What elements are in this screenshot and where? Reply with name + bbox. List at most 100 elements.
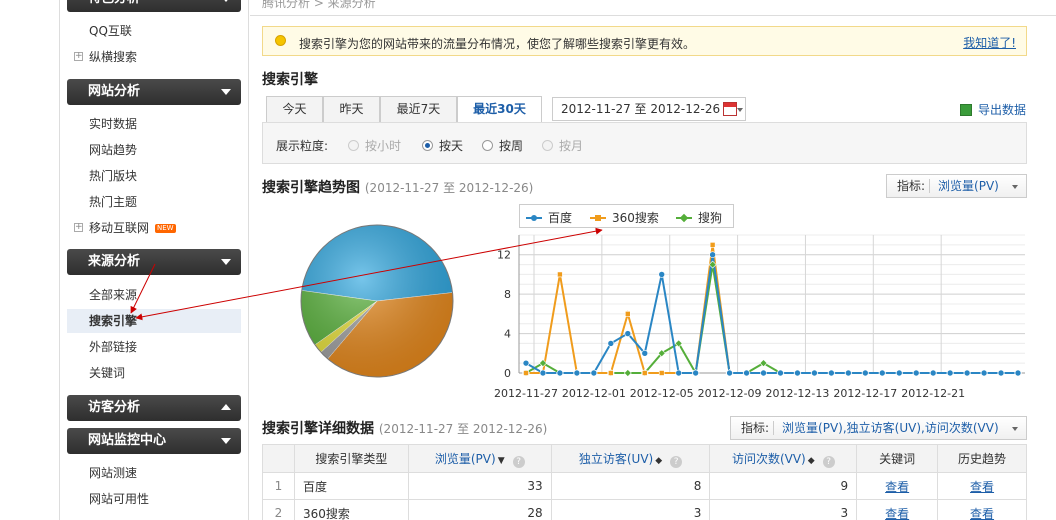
radio-weekly[interactable]: 按周 [482,137,523,154]
vv-value: 9 [709,472,858,500]
divider [929,179,931,193]
help-icon[interactable]: ? [512,455,525,468]
sidebar-item-external-links[interactable]: 外部链接 [67,335,241,359]
trend-title: 搜索引擎趋势图 [262,180,360,196]
col-uv[interactable]: 独立访客(UV) ◆? [550,444,711,473]
date-range-value: 2012-11-27 至 2012-12-26 [561,102,721,116]
pv-value: 28 [407,499,552,520]
trend-section-title: 搜索引擎趋势图 (2012-11-27 至 2012-12-26) [262,177,533,197]
lightbulb-icon [275,35,286,46]
uv-value: 8 [550,472,711,500]
sidebar-item-zongheng-search[interactable]: + 纵横搜索 [67,45,241,69]
radio-dot [422,140,433,151]
chevron-down-icon [221,259,231,265]
sidebar-item-hot-sections[interactable]: 热门版块 [67,164,241,188]
new-badge: NEW [155,224,176,233]
sec-site-analysis-header[interactable]: 网站分析 [67,79,241,105]
col-index [262,444,295,473]
metric-value: 浏览量(PV) [938,179,999,193]
sidebar-item-label: 关键词 [89,366,126,380]
sidebar-item-label: 移动互联网 [89,221,150,235]
sidebar-item-label: 外部链接 [89,340,138,354]
keywords-link[interactable]: 查看 [856,499,939,520]
col-pv[interactable]: 浏览量(PV) ▼? [407,444,552,473]
sidebar-item-label: 网站可用性 [89,492,150,506]
legend-label: 百度 [548,211,573,225]
sec-visitor-analysis-header[interactable]: 访客分析 [67,395,241,421]
section-title: 访客分析 [88,400,141,415]
detail-metric-select[interactable]: 指标: 浏览量(PV),独立访客(UV),访问次数(VV) [730,416,1027,440]
sidebar-item-label: QQ互联 [89,24,132,38]
sidebar-item-hot-topics[interactable]: 热门主题 [67,190,241,214]
sidebar-item-keywords[interactable]: 关键词 [67,361,241,385]
main-content: 腾讯分析 > 来源分析 搜索引擎为您的网站带来的流量分布情况，使您了解哪些搜索引… [250,0,1056,520]
sidebar: 特色分析网站分析来源分析访客分析网站监控中心 QQ互联 + 纵横搜索实时数据网站趋势热… [59,0,249,520]
trend-metric-select[interactable]: 指标: 浏览量(PV) [886,174,1027,198]
table-header-row: 搜索引擎类型 浏览量(PV) ▼? 独立访客(UV) ◆? 访问次数(VV) ◆? 关… [262,444,1027,473]
chevron-down-icon [737,108,743,112]
radio-monthly[interactable]: 按月 [542,137,583,154]
chevron-up-icon [221,404,231,410]
sidebar-item-qq-connect[interactable]: QQ互联 [67,19,241,43]
legend-label: 360搜索 [612,211,659,225]
breadcrumb: 腾讯分析 > 来源分析 [262,0,376,10]
sidebar-item-site-trend[interactable]: 网站趋势 [67,138,241,162]
sidebar-item-realtime-data[interactable]: 实时数据 [67,112,241,136]
trend-range: (2012-11-27 至 2012-12-26) [364,181,534,195]
chevron-down-icon [221,438,231,444]
legend-label: 搜狗 [698,211,723,225]
export-button[interactable]: 导出数据 [959,101,1026,118]
sec-special-header[interactable]: 特色分析 [67,0,241,12]
row-index: 2 [262,499,295,520]
legend-item-360[interactable]: 360搜索 [590,209,659,226]
detail-range: (2012-11-27 至 2012-12-26) [378,422,548,436]
legend-item-baidu[interactable]: 百度 [526,209,572,226]
sort-icon: ◆ [655,455,663,466]
sidebar-item-label: 搜索引擎 [89,314,138,328]
tab-last7[interactable]: 最近7天 [380,96,457,122]
expand-plus-icon[interactable]: + [74,223,83,232]
vv-value: 3 [709,499,858,520]
radio-hourly[interactable]: 按小时 [348,137,401,154]
sidebar-item-site-speed[interactable]: 网站测速 [67,461,241,485]
row-index: 1 [262,472,295,500]
dismiss-tip-link[interactable]: 我知道了! [963,34,1016,51]
sidebar-item-label: 纵横搜索 [89,50,138,64]
sidebar-item-all-sources[interactable]: 全部来源 [67,283,241,307]
radio-daily[interactable]: 按天 [422,137,463,154]
help-icon[interactable]: ? [822,455,835,468]
tab-today[interactable]: 今天 [266,96,323,122]
tip-banner: 搜索引擎为您的网站带来的流量分布情况，使您了解哪些搜索引擎更有效。 我知道了! [262,26,1027,56]
sort-desc-icon: ▼ [497,455,505,466]
radio-label: 按天 [439,139,464,153]
keywords-link[interactable]: 查看 [856,472,939,500]
sidebar-item-label: 网站趋势 [89,143,138,157]
sidebar-item-label: 热门版块 [89,169,138,183]
engine-name: 360搜索 [293,499,409,520]
help-icon[interactable]: ? [670,455,683,468]
tab-last30[interactable]: 最近30天 [457,96,542,123]
table-row: 2 360搜索 28 3 3 查看 查看 [262,499,1027,520]
legend-item-sogou[interactable]: 搜狗 [676,209,722,226]
sidebar-item-search-engines[interactable]: 搜索引擎 [67,309,241,333]
calendar-icon[interactable] [723,102,737,116]
sidebar-item-site-availability[interactable]: 网站可用性 [67,487,241,511]
sidebar-item-mobile-internet[interactable]: + 移动互联网 NEW [67,216,241,240]
tab-yesterday[interactable]: 昨天 [323,96,380,122]
chevron-down-icon [1012,185,1018,189]
expand-plus-icon[interactable]: + [74,52,83,61]
engine-name: 百度 [293,472,409,500]
divider [250,15,1056,16]
sec-monitor-center-header[interactable]: 网站监控中心 [67,428,241,454]
col-vv[interactable]: 访问次数(VV) ◆? [709,444,858,473]
radio-dot [348,140,359,151]
sec-source-analysis-header[interactable]: 来源分析 [67,249,241,275]
history-trend-link[interactable]: 查看 [937,499,1027,520]
radio-label: 按周 [499,139,524,153]
date-range-picker[interactable]: 2012-11-27 至 2012-12-26 [552,97,746,121]
col-keywords: 关键词 [856,444,939,473]
col-engine: 搜索引擎类型 [293,444,409,473]
history-trend-link[interactable]: 查看 [937,472,1027,500]
legend-swatch [590,215,606,221]
chevron-down-icon [221,0,231,2]
